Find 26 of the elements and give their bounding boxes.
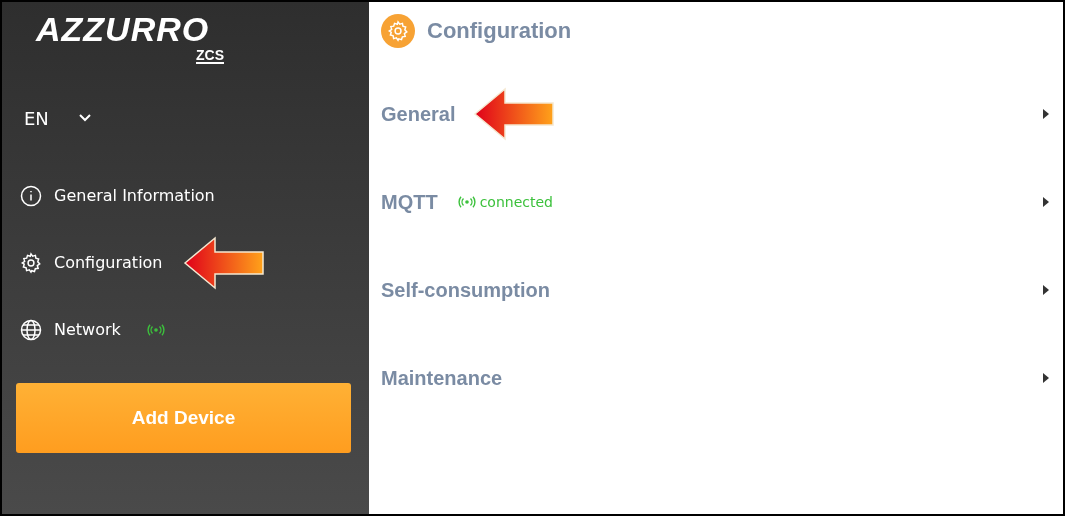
section-row[interactable]: General	[381, 70, 1049, 158]
nav-item[interactable]: General Information	[2, 162, 369, 229]
signal-icon	[457, 196, 476, 208]
chevron-down-icon	[78, 114, 91, 122]
settings-icon	[381, 14, 415, 48]
logo-name: AZZURRO	[36, 10, 210, 48]
signal-icon	[146, 323, 165, 336]
settings-icon	[20, 251, 42, 274]
section-row[interactable]: Self-consumption	[381, 246, 1049, 334]
caret-right-icon	[1043, 373, 1049, 383]
nav-item[interactable]: Network	[2, 296, 369, 363]
section-row[interactable]: Maintenance	[381, 334, 1049, 422]
arrow-icon	[473, 87, 556, 141]
caret-right-icon	[1043, 285, 1049, 295]
add-device-button[interactable]: Add Device	[16, 383, 351, 453]
page-title: Configuration	[427, 18, 572, 44]
nav-item[interactable]: Configuration	[2, 229, 369, 296]
logo-subtitle: ZCS	[196, 48, 224, 64]
section-row[interactable]: MQTT connected	[381, 158, 1049, 246]
info-icon	[20, 184, 42, 207]
status-label: connected	[457, 194, 553, 210]
language-select[interactable]: EN	[24, 104, 91, 132]
caret-right-icon	[1043, 197, 1049, 207]
globe-icon	[20, 318, 42, 341]
arrow-icon	[182, 235, 265, 290]
caret-right-icon	[1043, 109, 1049, 119]
